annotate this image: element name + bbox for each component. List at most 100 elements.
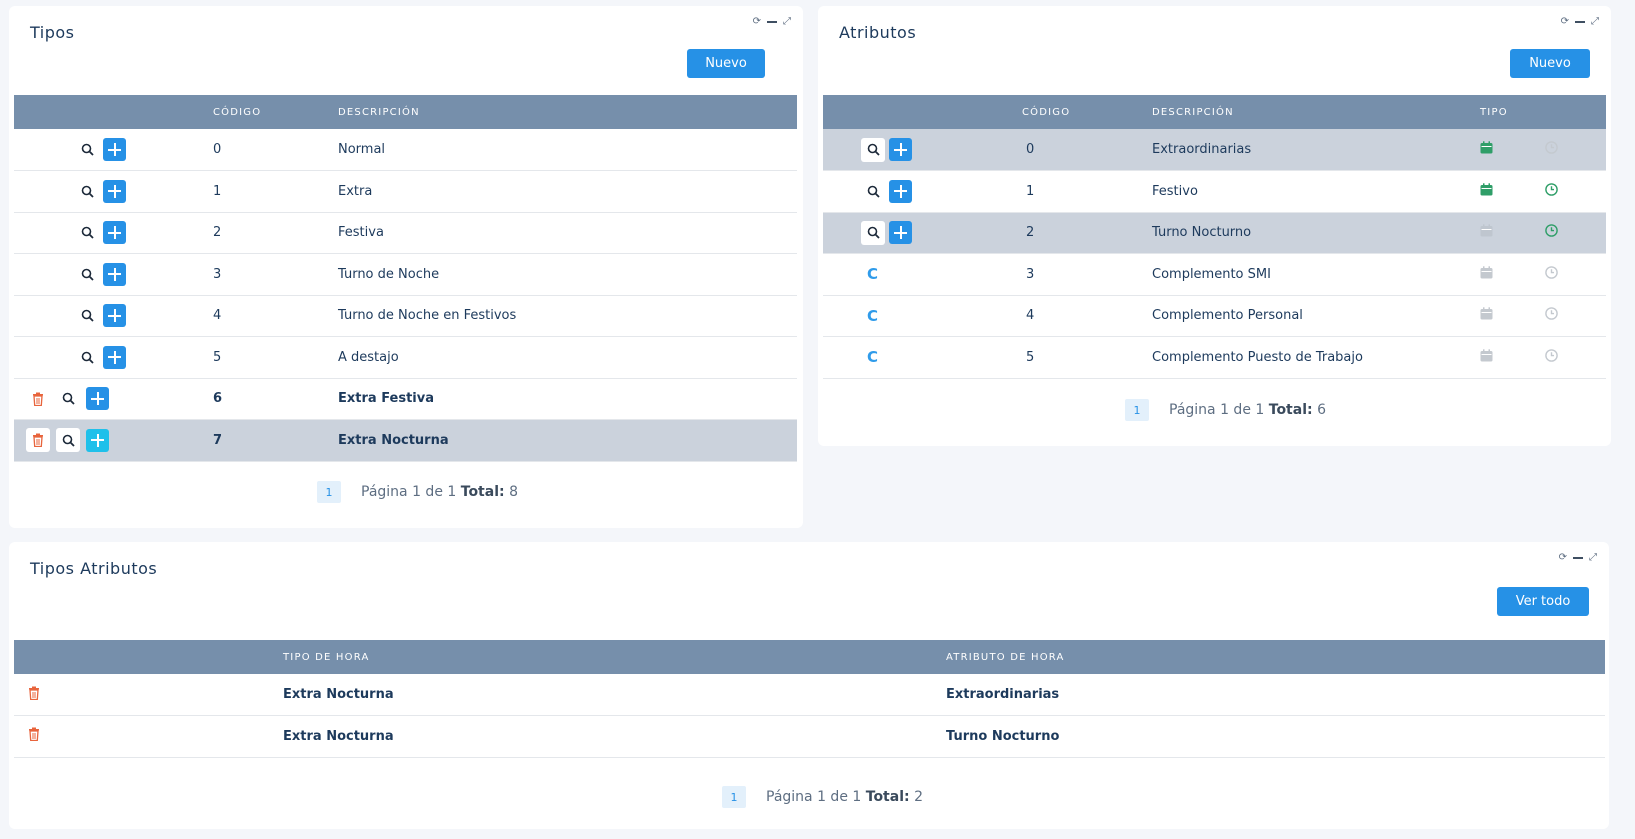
- trash-icon[interactable]: [28, 686, 40, 704]
- clock-icon[interactable]: [1545, 265, 1558, 283]
- search-icon[interactable]: [861, 220, 885, 245]
- c-action-button[interactable]: C: [827, 307, 1018, 325]
- table-row-selected[interactable]: 0 Extraordinarias: [823, 129, 1606, 171]
- cell-descripcion: Extraordinarias: [1152, 142, 1252, 157]
- add-icon[interactable]: [103, 221, 126, 245]
- calendar-icon[interactable]: [1480, 349, 1493, 366]
- clock-icon[interactable]: [1545, 141, 1558, 158]
- tipos-pagination: 1 Página 1 de 1 Total: 8: [317, 481, 518, 503]
- table-row[interactable]: 1 Festivo: [823, 171, 1606, 212]
- atributos-title: Atributos: [839, 23, 917, 42]
- expand-icon[interactable]: ⤢: [1589, 553, 1597, 563]
- cell-codigo: 5: [1026, 349, 1035, 365]
- add-icon[interactable]: [103, 138, 126, 161]
- search-icon[interactable]: [861, 179, 885, 203]
- pagination-info: Página 1 de 1 Total: 6: [1169, 402, 1326, 418]
- calendar-icon[interactable]: [1480, 307, 1493, 324]
- cell-descripcion: Extra: [338, 183, 373, 199]
- search-icon[interactable]: [75, 138, 99, 162]
- header-descripcion[interactable]: DESCRIPCIÓN: [1148, 95, 1476, 129]
- header-tipo-hora[interactable]: TIPO DE HORA: [279, 640, 942, 674]
- table-row[interactable]: 4 Turno de Noche en Festivos: [14, 295, 797, 337]
- cell-tipo-hora: Extra Nocturna: [283, 728, 394, 744]
- add-icon[interactable]: [889, 138, 912, 161]
- clock-icon[interactable]: [1545, 348, 1558, 366]
- refresh-icon[interactable]: ⟳: [1559, 553, 1567, 563]
- minimize-icon[interactable]: [1573, 557, 1583, 559]
- header-tipo[interactable]: TIPO: [1476, 95, 1541, 129]
- add-icon[interactable]: [103, 179, 126, 203]
- table-row[interactable]: 1 Extra: [14, 171, 797, 212]
- table-row[interactable]: 2 Festiva: [14, 212, 797, 254]
- add-icon[interactable]: [889, 179, 912, 203]
- header-atributo-hora[interactable]: ATRIBUTO DE HORA: [942, 640, 1605, 674]
- tipos-panel: Tipos ⟳ ⤢ Nuevo CÓDIGO DESCRIPCIÓN 0 Nor…: [9, 6, 803, 528]
- table-row[interactable]: C 5 Complemento Puesto de Trabajo: [823, 337, 1606, 378]
- calendar-icon[interactable]: [1480, 266, 1493, 283]
- c-action-button[interactable]: C: [827, 348, 1018, 366]
- table-row[interactable]: Extra Nocturna Extraordinarias: [14, 674, 1605, 716]
- minimize-icon[interactable]: [1575, 21, 1585, 23]
- add-icon[interactable]: [86, 387, 109, 411]
- cell-descripcion: Extra Nocturna: [338, 432, 449, 448]
- search-icon[interactable]: [75, 304, 99, 328]
- search-icon[interactable]: [75, 262, 99, 286]
- view-all-button[interactable]: Ver todo: [1497, 587, 1589, 616]
- table-row[interactable]: C 3 Complemento SMI: [823, 254, 1606, 295]
- expand-icon[interactable]: ⤢: [783, 17, 791, 27]
- calendar-icon[interactable]: [1480, 224, 1493, 241]
- table-row[interactable]: 0 Normal: [14, 129, 797, 171]
- cell-codigo: 2: [1026, 225, 1035, 241]
- page-number-button[interactable]: 1: [1125, 399, 1149, 421]
- search-icon[interactable]: [56, 428, 80, 453]
- add-icon[interactable]: [103, 262, 126, 286]
- cell-descripcion: Festivo: [1152, 183, 1198, 199]
- search-icon[interactable]: [75, 221, 99, 245]
- page-number-button[interactable]: 1: [317, 481, 341, 503]
- table-row-selected[interactable]: 2 Turno Nocturno: [823, 212, 1606, 254]
- tipos-atributos-title: Tipos Atributos: [30, 559, 158, 578]
- atributos-pagination: 1 Página 1 de 1 Total: 6: [1125, 399, 1326, 421]
- minimize-icon[interactable]: [767, 21, 777, 23]
- header-descripcion[interactable]: DESCRIPCIÓN: [334, 95, 797, 129]
- table-row[interactable]: C 4 Complemento Personal: [823, 295, 1606, 337]
- pagination-info: Página 1 de 1 Total: 8: [361, 484, 518, 500]
- tipos-new-button[interactable]: Nuevo: [687, 49, 765, 78]
- table-row[interactable]: 5 A destajo: [14, 337, 797, 378]
- search-icon[interactable]: [861, 137, 885, 162]
- calendar-icon[interactable]: [1480, 141, 1493, 158]
- header-codigo[interactable]: CÓDIGO: [1018, 95, 1148, 129]
- clock-icon[interactable]: [1545, 182, 1558, 200]
- table-row[interactable]: 3 Turno de Noche: [14, 254, 797, 295]
- atributos-new-button[interactable]: Nuevo: [1510, 49, 1590, 78]
- add-icon[interactable]: [86, 428, 109, 452]
- add-icon[interactable]: [103, 345, 126, 369]
- table-header: CÓDIGO DESCRIPCIÓN: [14, 95, 797, 129]
- search-icon[interactable]: [75, 179, 99, 203]
- cell-descripcion: Complemento SMI: [1152, 266, 1271, 282]
- cell-descripcion: A destajo: [338, 349, 399, 365]
- c-action-button[interactable]: C: [827, 265, 1018, 283]
- cell-codigo: 1: [213, 183, 222, 199]
- atributos-table: CÓDIGO DESCRIPCIÓN TIPO 0 Extraordinaria…: [823, 95, 1606, 379]
- add-icon[interactable]: [103, 304, 126, 328]
- header-codigo[interactable]: CÓDIGO: [209, 95, 334, 129]
- cell-descripcion: Extra Festiva: [338, 391, 435, 407]
- atributos-panel: Atributos ⟳ ⤢ Nuevo CÓDIGO DESCRIPCIÓN T…: [818, 6, 1611, 446]
- calendar-icon[interactable]: [1480, 183, 1493, 200]
- table-row[interactable]: Extra Nocturna Turno Nocturno: [14, 716, 1605, 757]
- search-icon[interactable]: [75, 345, 99, 369]
- table-row-selected[interactable]: 7 Extra Nocturna: [14, 419, 797, 461]
- trash-icon[interactable]: [26, 428, 50, 453]
- refresh-icon[interactable]: ⟳: [1561, 17, 1569, 27]
- search-icon[interactable]: [56, 387, 80, 411]
- clock-icon[interactable]: [1545, 224, 1558, 241]
- table-row[interactable]: 6 Extra Festiva: [14, 378, 797, 420]
- clock-icon[interactable]: [1545, 307, 1558, 324]
- expand-icon[interactable]: ⤢: [1591, 17, 1599, 27]
- page-number-button[interactable]: 1: [722, 786, 746, 808]
- trash-icon[interactable]: [26, 387, 50, 411]
- add-icon[interactable]: [889, 221, 912, 245]
- refresh-icon[interactable]: ⟳: [753, 17, 761, 27]
- trash-icon[interactable]: [28, 727, 40, 745]
